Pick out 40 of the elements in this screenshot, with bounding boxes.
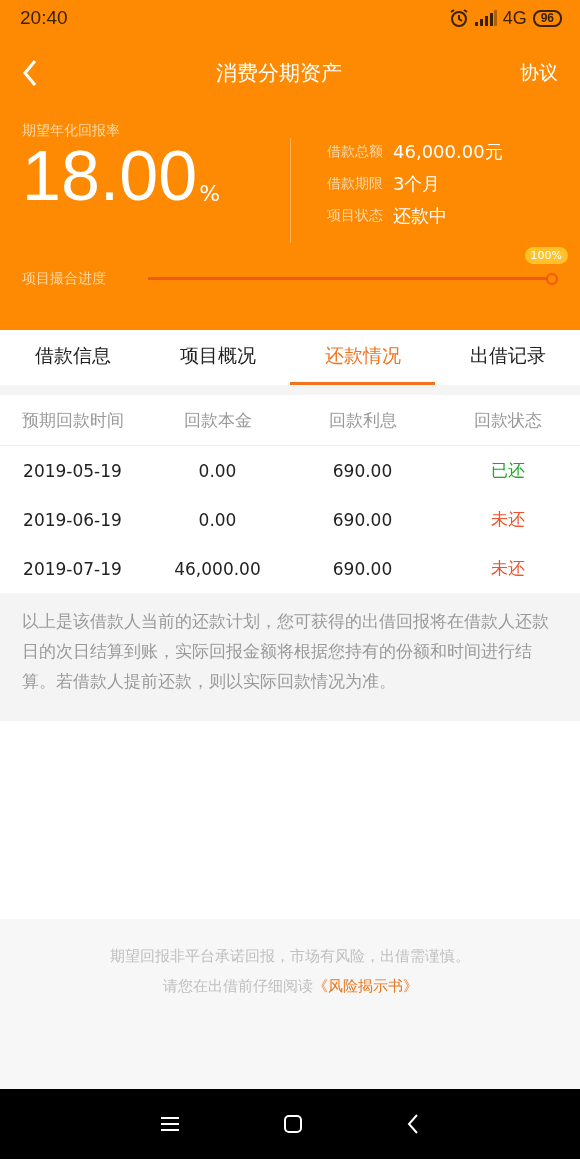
fact-value: 还款中 <box>393 204 447 228</box>
table-cell-text: 46,000.00 <box>173 558 262 579</box>
menu-icon[interactable] <box>161 1116 179 1132</box>
fact-value: 46,000.00元 <box>393 140 503 164</box>
status-cell-text: 未还 <box>489 557 526 580</box>
status-cell-text: 已还 <box>489 459 526 482</box>
table-cell-text: 2019-07-19 <box>22 558 123 579</box>
tab[interactable]: 项目概况 <box>145 330 290 385</box>
column-header: 回款本金 <box>182 408 253 432</box>
column-header: 回款状态 <box>472 408 543 432</box>
table-cell-text: 0.00 <box>197 460 238 481</box>
page-title: 消费分期资产 <box>215 60 343 87</box>
rate-value: 18.00 <box>22 146 198 206</box>
table-cell-text: 690.00 <box>331 460 394 481</box>
progress-badge: 100% <box>524 247 568 264</box>
progress-label: 项目撮合进度 <box>22 270 107 288</box>
repayment-note: 以上是该借款人当前的还款计划，您可获得的出借回报将在借款人还款日的次日结算到账，实际回报金额将根据您持有的份额和时间进行结算。若借款人提前还款，则以实际回款情况为准。 <box>22 611 550 693</box>
signal-icon <box>474 10 497 26</box>
fact-label: 借款总额 <box>327 143 383 161</box>
alarm-icon <box>448 8 469 28</box>
column-header: 回款利息 <box>327 408 398 432</box>
tab[interactable]: 出借记录 <box>435 330 580 385</box>
home-icon[interactable] <box>284 1115 302 1133</box>
table-cell-text: 690.00 <box>331 558 394 579</box>
rate-unit: % <box>199 181 221 206</box>
clock-time: 20:40 <box>20 7 69 29</box>
battery-icon: 96 <box>532 9 562 27</box>
table-cell-text: 2019-05-19 <box>22 460 123 481</box>
fact-label: 借款期限 <box>327 175 383 193</box>
tab[interactable]: 借款信息 <box>0 330 145 385</box>
rate-label: 期望年化回报率 <box>22 122 121 140</box>
back-icon[interactable] <box>407 1114 419 1134</box>
fact-value: 3个月 <box>393 172 441 196</box>
table-cell-text: 690.00 <box>331 509 394 530</box>
table-cell-text: 0.00 <box>197 509 238 530</box>
fact-label: 项目状态 <box>327 207 383 225</box>
table-cell-text: 2019-06-19 <box>22 509 123 530</box>
column-header: 预期回款时间 <box>20 408 125 432</box>
network-type: 4G <box>502 7 527 29</box>
status-cell-text: 未还 <box>489 508 526 531</box>
